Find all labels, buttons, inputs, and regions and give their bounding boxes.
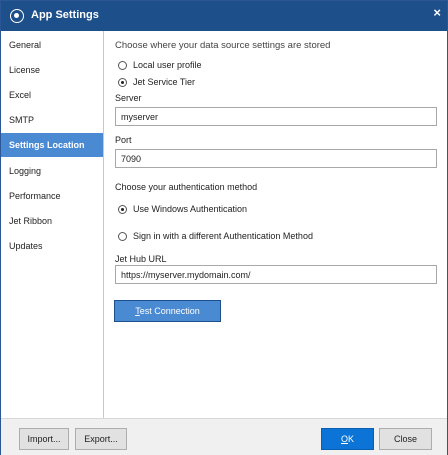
radio-label: Use Windows Authentication	[133, 204, 248, 214]
sidebar-item-jet-ribbon[interactable]: Jet Ribbon	[1, 209, 103, 233]
radio-jet-service-tier[interactable]: Jet Service Tier	[118, 76, 195, 88]
close-button[interactable]: Close	[379, 428, 432, 450]
radio-label: Sign in with a different Authentication …	[133, 231, 313, 241]
sidebar-item-license[interactable]: License	[1, 58, 103, 82]
app-settings-window: App Settings × General License Excel SMT…	[0, 0, 448, 455]
sidebar-item-general[interactable]: General	[1, 33, 103, 57]
test-connection-button[interactable]: Test Connection	[114, 300, 221, 322]
radio-local-user-profile[interactable]: Local user profile	[118, 59, 202, 71]
radio-windows-authentication[interactable]: Use Windows Authentication	[118, 203, 247, 215]
radio-circle[interactable]	[118, 60, 127, 70]
dialog-footer: Import... Export... OK Close	[1, 418, 447, 455]
storage-location-heading: Choose where your data source settings a…	[115, 40, 331, 51]
radio-label: Jet Service Tier	[133, 77, 196, 87]
jet-hub-url-label: Jet Hub URL	[115, 254, 167, 264]
radio-different-auth-method[interactable]: Sign in with a different Authentication …	[118, 230, 313, 242]
radio-circle[interactable]	[118, 77, 127, 87]
test-connection-label: est Connection	[139, 306, 200, 316]
settings-location-panel: Choose where your data source settings a…	[105, 31, 447, 418]
sidebar-item-smtp[interactable]: SMTP	[1, 108, 103, 132]
auth-method-heading: Choose your authentication method	[115, 182, 258, 192]
ok-label: K	[348, 434, 355, 444]
sidebar-item-excel[interactable]: Excel	[1, 83, 103, 107]
close-icon[interactable]: ×	[433, 6, 441, 20]
radio-circle[interactable]	[118, 231, 127, 241]
settings-sidebar: General License Excel SMTP Settings Loca…	[1, 31, 104, 418]
sidebar-item-performance[interactable]: Performance	[1, 184, 103, 208]
import-button[interactable]: Import...	[19, 428, 69, 450]
server-label: Server	[115, 93, 142, 103]
window-title: App Settings	[31, 9, 99, 21]
radio-circle[interactable]	[118, 204, 127, 214]
port-label: Port	[115, 135, 132, 145]
export-button[interactable]: Export...	[75, 428, 127, 450]
jet-hub-url-input[interactable]	[115, 265, 437, 284]
app-settings-icon	[10, 9, 24, 23]
sidebar-item-logging[interactable]: Logging	[1, 159, 103, 183]
sidebar-item-settings-location[interactable]: Settings Location	[1, 133, 103, 157]
ok-mnemonic: O	[340, 434, 348, 444]
server-input[interactable]	[115, 107, 437, 126]
ok-button[interactable]: OK	[321, 428, 374, 450]
title-bar: App Settings ×	[1, 1, 447, 31]
sidebar-item-updates[interactable]: Updates	[1, 234, 103, 258]
radio-label: Local user profile	[133, 60, 202, 70]
port-input[interactable]	[115, 149, 437, 168]
